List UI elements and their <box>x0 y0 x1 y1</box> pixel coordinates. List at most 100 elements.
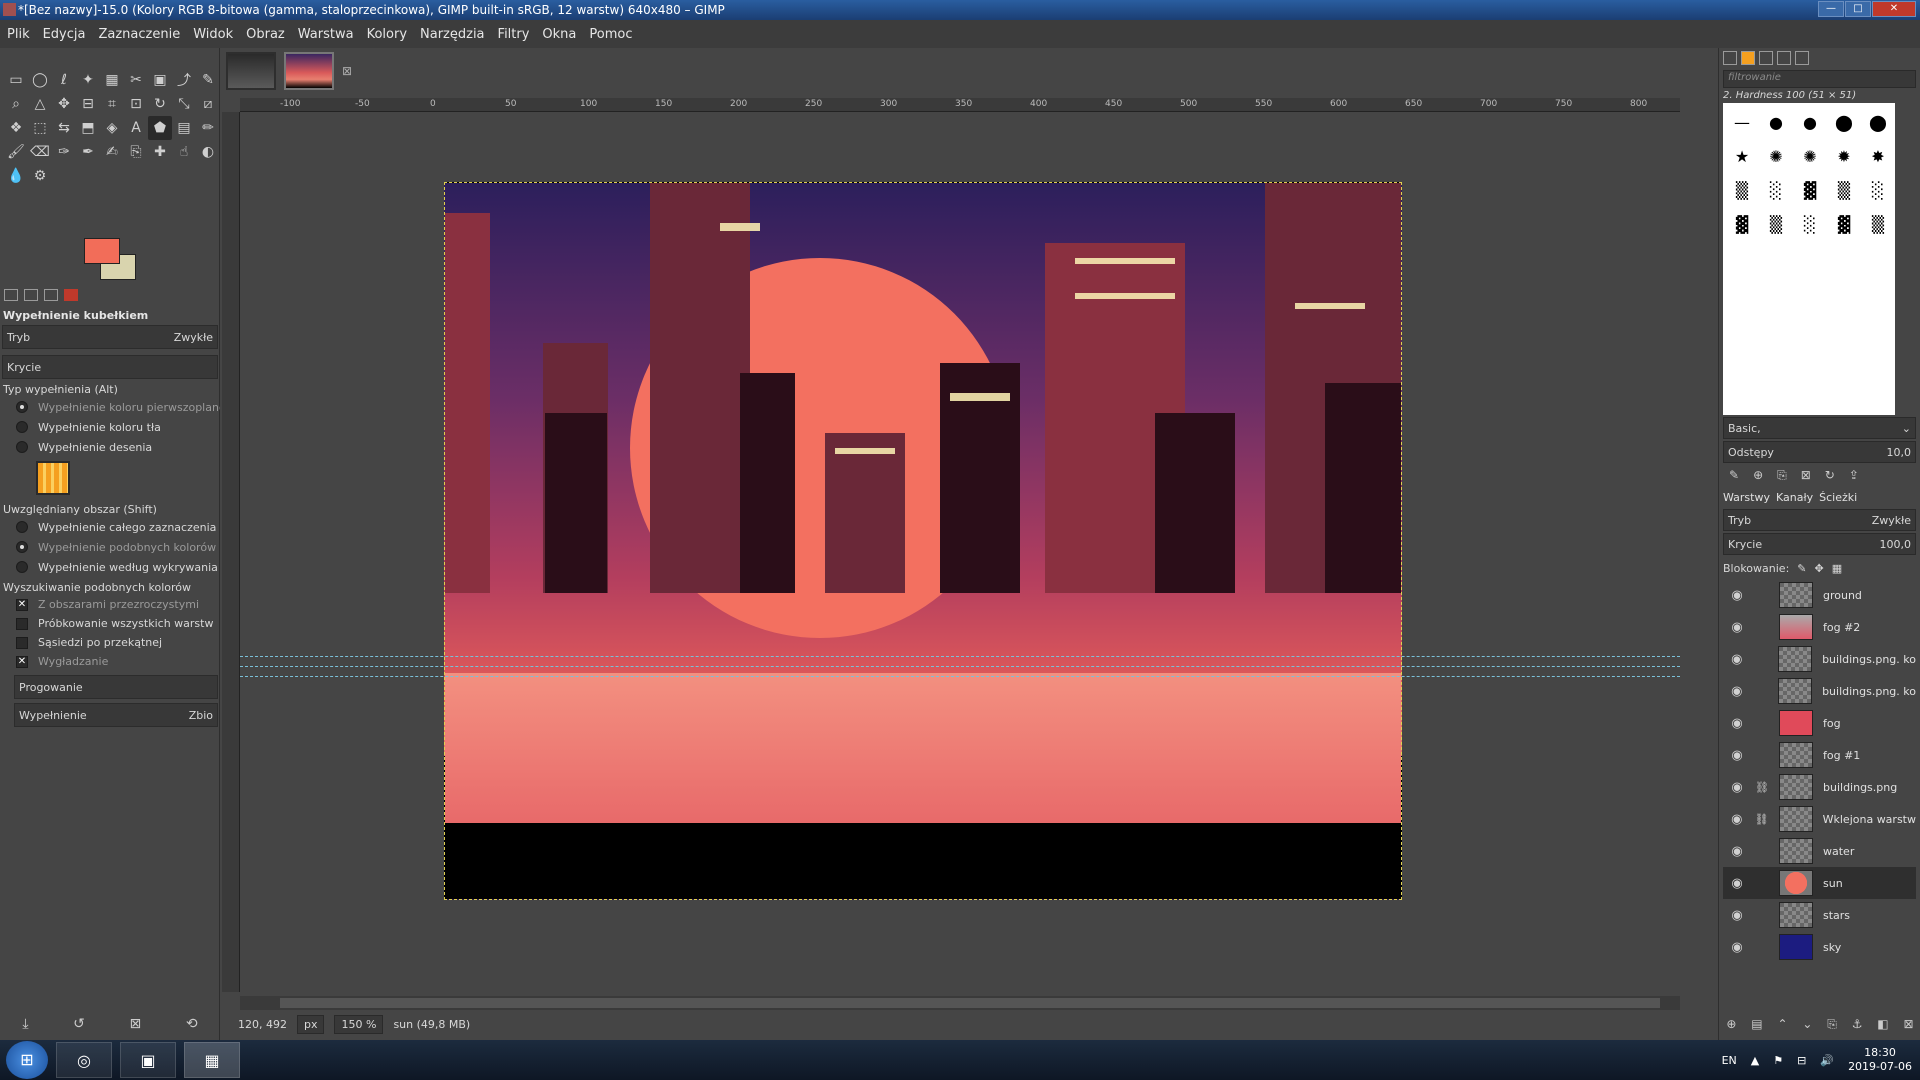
pencil-icon[interactable]: ✏ <box>196 116 220 140</box>
edit-brush-icon[interactable]: ✎ <box>1729 468 1739 484</box>
foreground-select-icon[interactable]: ▣ <box>148 68 172 92</box>
zoom-select[interactable]: 150 % <box>334 1014 384 1034</box>
eye-icon[interactable]: ◉ <box>1729 812 1745 827</box>
brush-texture-icon[interactable]: ▓ <box>1827 207 1861 241</box>
eye-icon[interactable]: ◉ <box>1729 716 1745 731</box>
brush-soft-icon[interactable]: ● <box>1759 105 1793 139</box>
menu-filters[interactable]: Filtry <box>498 27 530 42</box>
threshold-slider[interactable]: Progowanie <box>14 675 218 699</box>
layer-row[interactable]: ◉ buildings.png. ko <box>1723 675 1916 707</box>
image-tab-thumbnail-active[interactable] <box>284 52 334 90</box>
brush-texture-icon[interactable]: ▒ <box>1861 207 1895 241</box>
duplicate-layer-icon[interactable]: ⎘ <box>1827 1017 1837 1032</box>
network-icon[interactable]: ⊟ <box>1797 1054 1806 1067</box>
language-indicator[interactable]: EN <box>1722 1054 1737 1067</box>
maximize-button[interactable]: □ <box>1845 1 1871 17</box>
ellipse-select-icon[interactable]: ◯ <box>28 68 52 92</box>
refresh-brushes-icon[interactable]: ↻ <box>1825 468 1835 484</box>
move-icon[interactable]: ✥ <box>52 92 76 116</box>
shear-icon[interactable]: ⧄ <box>196 92 220 116</box>
chain-link-icon[interactable]: ⛓ <box>1755 813 1769 826</box>
smudge-icon[interactable]: ☝ <box>172 140 196 164</box>
taskbar-gimp-icon[interactable]: ▦ <box>184 1042 240 1078</box>
reset-options-icon[interactable]: ⟲ <box>186 1016 198 1032</box>
tab-layers[interactable]: Warstwy <box>1723 491 1770 504</box>
brush-hard-icon[interactable]: ⬤ <box>1827 105 1861 139</box>
ink-icon[interactable]: ✒ <box>76 140 100 164</box>
clock[interactable]: 18:30 2019-07-06 <box>1848 1046 1912 1074</box>
layer-row-selected[interactable]: ◉ sun <box>1723 867 1916 899</box>
anchor-layer-icon[interactable]: ⚓ <box>1852 1017 1863 1031</box>
menu-image[interactable]: Obraz <box>246 27 285 42</box>
cage-icon[interactable]: ⬚ <box>28 116 52 140</box>
lock-position-icon[interactable]: ✥ <box>1815 562 1824 575</box>
layer-row[interactable]: ◉ buildings.png. ko <box>1723 643 1916 675</box>
opacity-slider[interactable]: Krycie <box>2 355 218 379</box>
patterns-tab-icon[interactable] <box>1741 51 1755 65</box>
duplicate-brush-icon[interactable]: ⎘ <box>1777 468 1787 484</box>
new-layer-icon[interactable]: ⊕ <box>1726 1017 1736 1031</box>
rotate-icon[interactable]: ↻ <box>148 92 172 116</box>
device-status-tab-icon[interactable] <box>24 289 38 301</box>
measure-icon[interactable]: △ <box>28 92 52 116</box>
spacing-slider[interactable]: Odstępy 10,0 <box>1723 441 1916 463</box>
handle-transform-icon[interactable]: ◈ <box>100 116 124 140</box>
menu-view[interactable]: Widok <box>193 27 233 42</box>
raise-layer-icon[interactable]: ⌃ <box>1777 1017 1787 1031</box>
fuzzy-select-icon[interactable]: ✦ <box>76 68 100 92</box>
align-icon[interactable]: ⊟ <box>76 92 100 116</box>
paths-icon[interactable]: ⤴ <box>172 68 196 92</box>
tray-arrow-icon[interactable]: ▲ <box>1751 1054 1759 1067</box>
brush-texture-icon[interactable]: ░ <box>1759 173 1793 207</box>
minimize-button[interactable]: — <box>1818 1 1844 17</box>
brush-filter-input[interactable]: filtrowanie <box>1723 70 1916 88</box>
open-brush-icon[interactable]: ⇪ <box>1849 468 1859 484</box>
brush-texture-icon[interactable]: ▒ <box>1725 173 1759 207</box>
layer-row[interactable]: ◉ sky <box>1723 931 1916 963</box>
brush-splat-icon[interactable]: ✺ <box>1793 139 1827 173</box>
volume-icon[interactable]: 🔊 <box>1820 1054 1834 1067</box>
menu-layer[interactable]: Warstwa <box>298 27 354 42</box>
brush-soft-icon[interactable]: ● <box>1793 105 1827 139</box>
brush-splat-icon[interactable]: ✺ <box>1759 139 1793 173</box>
heal-icon[interactable]: ✚ <box>148 140 172 164</box>
scrollbar-thumb[interactable] <box>280 998 1660 1008</box>
paintbrush-icon[interactable]: 🖌 <box>4 140 28 164</box>
zoom-icon[interactable]: ⌕ <box>4 92 28 116</box>
fill-by-select[interactable]: Wypełnienie Zbio <box>14 703 218 727</box>
eye-icon[interactable]: ◉ <box>1729 620 1745 635</box>
layer-row[interactable]: ◉ water <box>1723 835 1916 867</box>
layer-mode-select[interactable]: Tryb Zwykłe <box>1723 509 1916 531</box>
unit-select[interactable]: px <box>296 1014 325 1034</box>
document-history-tab-icon[interactable] <box>1777 51 1791 65</box>
lower-layer-icon[interactable]: ⌄ <box>1802 1017 1812 1031</box>
new-group-icon[interactable]: ▤ <box>1751 1017 1762 1031</box>
eye-icon[interactable]: ◉ <box>1729 748 1745 763</box>
bucket-fill-icon[interactable]: ⬟ <box>148 116 172 140</box>
gegl-icon[interactable]: ⚙ <box>28 164 52 188</box>
taskbar-chrome-icon[interactable]: ◎ <box>56 1042 112 1078</box>
horizontal-ruler[interactable]: -100 -50 0 50 100 150 200 250 300 350 40… <box>240 98 1680 112</box>
airbrush-icon[interactable]: ✑ <box>52 140 76 164</box>
brush-preset-select[interactable]: Basic, ⌄ <box>1723 417 1916 439</box>
layer-row[interactable]: ◉ ⛓ Wklejona warstw <box>1723 803 1916 835</box>
eye-icon[interactable]: ◉ <box>1729 940 1745 955</box>
area-whole-radio[interactable]: Wypełnienie całego zaznaczenia <box>0 517 220 537</box>
perspective-icon[interactable]: ⬒ <box>76 116 100 140</box>
eye-icon[interactable]: ◉ <box>1729 908 1745 923</box>
close-tab-icon[interactable]: ⊠ <box>342 64 352 78</box>
flag-icon[interactable]: ⚑ <box>1773 1054 1783 1067</box>
tool-options-tab-icon[interactable] <box>4 289 18 301</box>
images-tab-icon[interactable] <box>64 289 78 301</box>
brush-texture-icon[interactable]: ▒ <box>1827 173 1861 207</box>
layer-row[interactable]: ◉ ⛓ buildings.png <box>1723 771 1916 803</box>
eraser-icon[interactable]: ⌫ <box>28 140 52 164</box>
fill-pattern-radio[interactable]: Wypełnienie desenia <box>0 437 220 457</box>
lock-pixels-icon[interactable]: ✎ <box>1797 562 1806 575</box>
layer-row[interactable]: ◉ fog <box>1723 707 1916 739</box>
clone-icon[interactable]: ⎘ <box>124 140 148 164</box>
warp-icon[interactable]: ❖ <box>4 116 28 140</box>
vertical-ruler[interactable] <box>222 112 240 992</box>
menu-windows[interactable]: Okna <box>542 27 576 42</box>
undo-history-tab-icon[interactable] <box>44 289 58 301</box>
